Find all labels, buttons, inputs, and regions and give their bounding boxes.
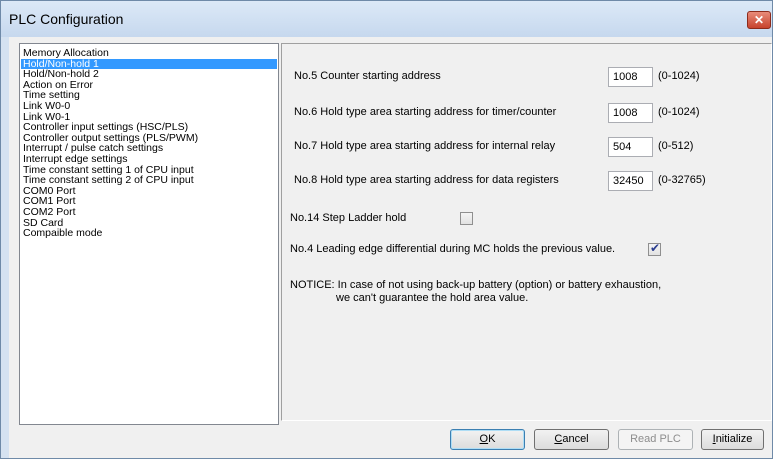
timer-counter-hold-range: (0-1024) <box>658 106 700 118</box>
nav-item-link-w0-0[interactable]: Link W0-0 <box>21 101 277 112</box>
step-ladder-hold-label: No.14 Step Ladder hold <box>290 212 407 224</box>
plc-configuration-window: PLC Configuration ✕ Memory Allocation Ho… <box>0 0 773 459</box>
nav-item-com2-port[interactable]: COM2 Port <box>21 207 277 218</box>
notice-line-1: NOTICE: In case of not using back-up bat… <box>290 279 662 291</box>
settings-category-list[interactable]: Memory Allocation Hold/Non-hold 1 Hold/N… <box>19 43 279 425</box>
data-register-hold-label: No.8 Hold type area starting address for… <box>294 174 559 186</box>
internal-relay-hold-input[interactable] <box>608 137 653 157</box>
battery-notice: NOTICE: In case of not using back-up bat… <box>290 279 661 305</box>
timer-counter-hold-input[interactable] <box>608 103 653 123</box>
internal-relay-hold-range: (0-512) <box>658 140 694 152</box>
hold-non-hold-settings-panel: No.5 Counter starting address (0-1024) N… <box>281 43 772 421</box>
timer-counter-hold-label: No.6 Hold type area starting address for… <box>294 106 557 118</box>
data-register-hold-input[interactable] <box>608 171 653 191</box>
counter-start-input[interactable] <box>608 67 653 87</box>
close-button[interactable]: ✕ <box>747 11 771 29</box>
close-icon: ✕ <box>753 13 765 27</box>
dialog-client-area: Memory Allocation Hold/Non-hold 1 Hold/N… <box>9 37 772 458</box>
read-plc-button[interactable]: Read PLC <box>618 429 693 450</box>
initialize-button[interactable]: Initialize <box>701 429 764 450</box>
title-bar[interactable]: PLC Configuration ✕ <box>1 1 772 37</box>
internal-relay-hold-label: No.7 Hold type area starting address for… <box>294 140 556 152</box>
step-ladder-hold-checkbox[interactable] <box>460 212 473 225</box>
counter-start-label: No.5 Counter starting address <box>294 70 441 82</box>
nav-item-memory-allocation[interactable]: Memory Allocation <box>21 48 277 59</box>
cancel-button[interactable]: Cancel <box>534 429 609 450</box>
ok-button[interactable]: OK <box>450 429 525 450</box>
checkmark-icon: ✔ <box>650 241 661 255</box>
window-title: PLC Configuration <box>9 11 124 27</box>
leading-edge-checkbox[interactable]: ✔ <box>648 241 661 256</box>
notice-line-2: we can't guarantee the hold area value. <box>336 292 529 304</box>
leading-edge-label: No.4 Leading edge differential during MC… <box>290 243 616 255</box>
counter-start-range: (0-1024) <box>658 70 700 82</box>
data-register-hold-range: (0-32765) <box>658 174 706 186</box>
nav-item-compatible-mode[interactable]: Compaible mode <box>21 228 277 239</box>
nav-item-interrupt-edge[interactable]: Interrupt edge settings <box>21 154 277 165</box>
